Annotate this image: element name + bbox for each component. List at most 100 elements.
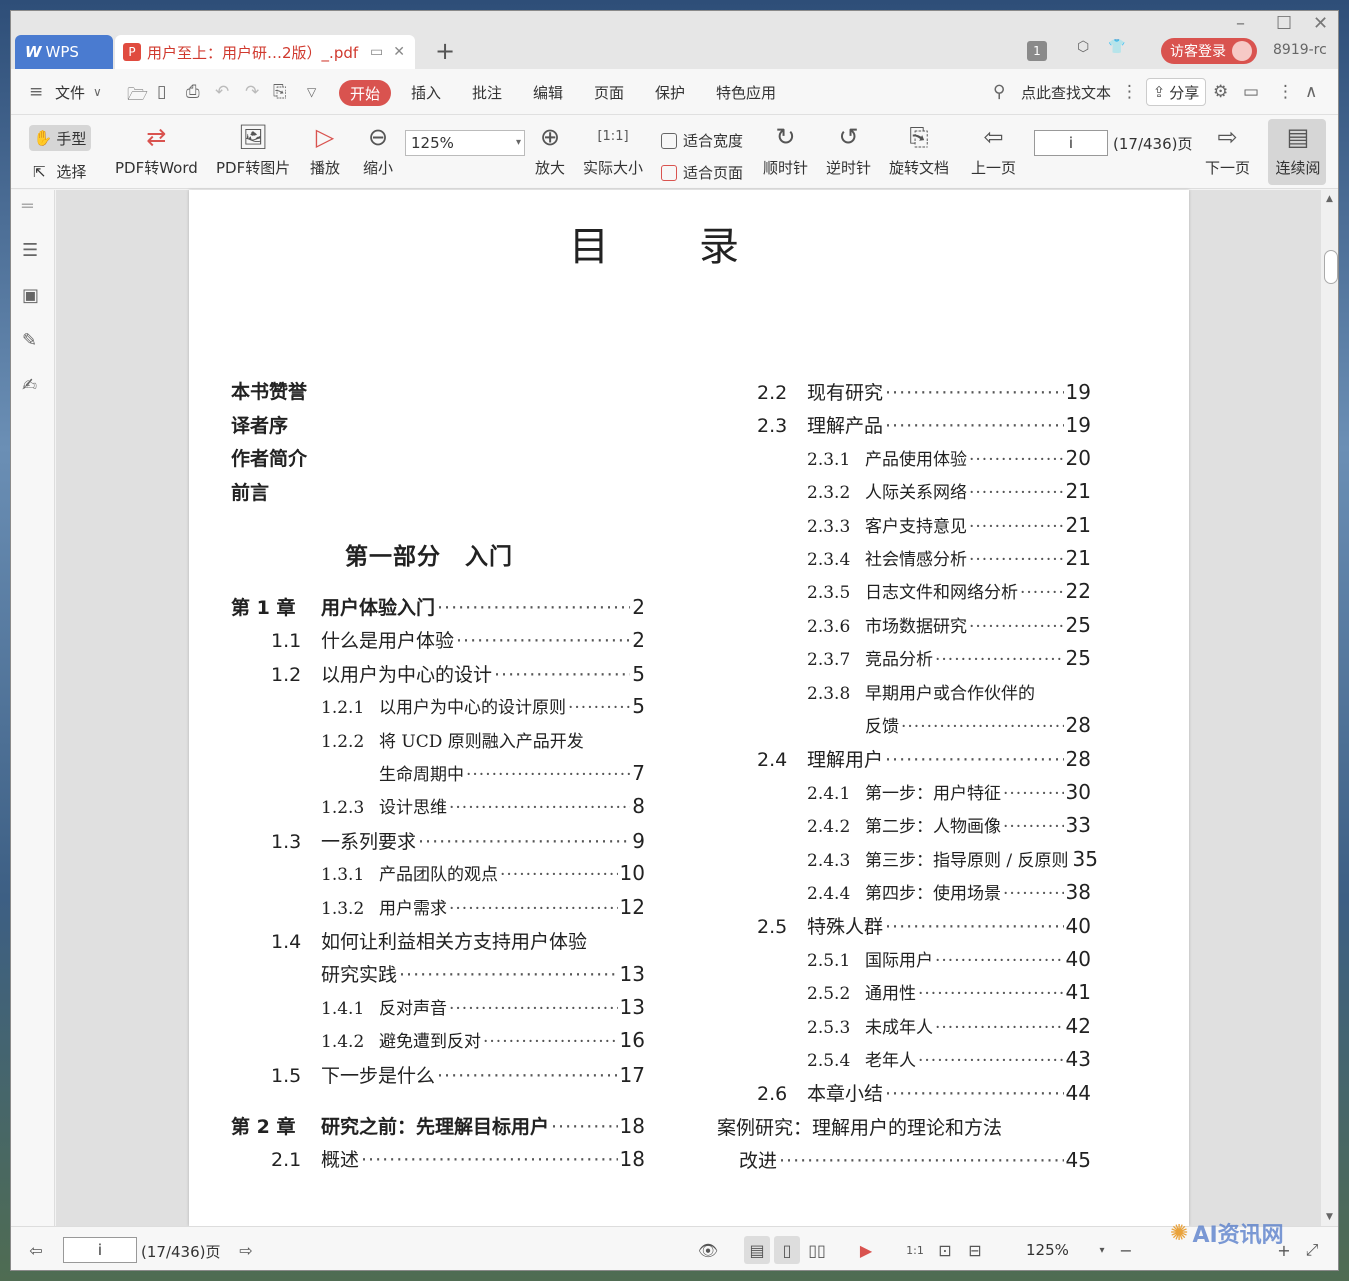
front-matter-praise[interactable]: 本书赞誉 [231,377,307,404]
toc-entry[interactable]: 2.3.8 早期用户或合作伙伴的 [807,679,1091,704]
hand-tool-button[interactable]: ✋ 手型 [29,125,91,151]
toc-entry[interactable]: 研究实践 13 [321,960,645,987]
toc-entry[interactable]: 2.3.2 人际关系网络 21 [807,478,1091,503]
login-button[interactable]: 访客登录 [1161,38,1257,64]
undo-icon[interactable]: ↶ [215,82,229,102]
actual-size-status-icon[interactable]: 1:1 [902,1236,928,1264]
outline-icon[interactable]: ☰ [22,240,38,261]
comment-icon[interactable]: ▭ [1243,82,1259,102]
toc-entry[interactable]: 2.4 理解用户 28 [757,745,1091,772]
toc-entry[interactable]: 第 1 章 用户体验入门 2 [231,593,645,620]
rotate-document-button[interactable]: ⎘ 旋转文档 [889,121,949,178]
share-button[interactable]: ⇪ 分享 [1146,78,1206,106]
toc-entry[interactable]: 1.1 什么是用户体验 2 [271,626,645,653]
window-count-badge[interactable]: 1 [1027,41,1047,61]
search-text-field[interactable]: 点此查找文本 [1021,82,1111,103]
save-icon[interactable]: ▯ [157,82,166,102]
fit-width-button[interactable]: 适合宽度 [661,130,743,151]
zoom-out-status-icon[interactable]: − [1113,1236,1139,1264]
menu-edit[interactable]: 编辑 [533,82,563,103]
fit-width-status-icon[interactable]: ⊟ [962,1236,988,1264]
menu-page[interactable]: 页面 [594,82,624,103]
prev-page-button[interactable]: ⇦ 上一页 [971,121,1016,178]
toc-entry[interactable]: 2.4.2 第二步：人物画像 33 [807,812,1091,837]
toc-entry[interactable]: 2.4.4 第四步：使用场景 38 [807,879,1091,904]
toc-entry[interactable]: 2.5.3 未成年人 42 [807,1013,1091,1038]
menu-special-apps[interactable]: 特色应用 [716,82,776,103]
toc-entry[interactable]: 生命周期中 7 [379,760,645,785]
redo-icon[interactable]: ↷ [245,82,259,102]
play-slideshow-icon[interactable]: ▶ [853,1236,879,1264]
page-number-input[interactable]: i [1034,130,1108,156]
toc-entry[interactable]: 第 2 章 研究之前：先理解目标用户 18 [231,1112,645,1139]
toc-entry[interactable]: 1.4.1 反对声音 13 [321,994,645,1019]
menu-insert[interactable]: 插入 [411,82,441,103]
scroll-down-icon[interactable]: ▼ [1326,1212,1333,1222]
fit-page-status-icon[interactable]: ⊡ [932,1236,958,1264]
signature-icon[interactable]: ✍ [22,375,37,396]
toc-entry[interactable]: 2.3.7 竞品分析 25 [807,645,1091,670]
scrollbar-thumb[interactable] [1324,250,1338,284]
front-matter-translator-preface[interactable]: 译者序 [231,411,288,438]
menu-protect[interactable]: 保护 [655,82,685,103]
pdf-to-image-button[interactable]: 🖼 PDF转图片 [216,121,290,178]
toc-entry[interactable]: 改进 45 [739,1146,1091,1173]
toc-entry[interactable]: 1.4.2 避免遭到反对 16 [321,1027,645,1052]
collapse-ribbon-icon[interactable]: ∧ [1305,82,1317,102]
toc-entry[interactable]: 2.4.1 第一步：用户特征 30 [807,779,1091,804]
toc-entry[interactable]: 2.4.3 第三步：指导原则 / 反原则 35 [807,846,1098,871]
rotate-clockwise-button[interactable]: ↻ 顺时针 [763,121,808,178]
toc-entry[interactable]: 2.3.5 日志文件和网络分析 22 [807,578,1091,603]
annotation-pen-icon[interactable]: ✎ [22,330,37,351]
drag-handle-icon[interactable]: ═ [22,196,33,217]
fit-page-button[interactable]: 适合页面 [661,162,743,183]
menu-file[interactable]: 文件 [55,82,85,103]
toc-entry[interactable]: 2.3.4 社会情感分析 21 [807,545,1091,570]
toc-entry[interactable]: 2.5 特殊人群 40 [757,912,1091,939]
toc-entry[interactable]: 1.2.2 将 UCD 原则融入产品开发 [321,727,645,752]
status-page-input[interactable]: i [63,1237,137,1263]
status-prev-page-icon[interactable]: ⇦ [23,1236,49,1264]
scroll-up-icon[interactable]: ▲ [1326,194,1333,204]
zoom-dropdown-icon[interactable]: ▾ [516,131,521,155]
zoom-select[interactable]: 125% ▾ [405,130,525,156]
new-tab-icon[interactable]: + [435,37,455,65]
front-matter-author-bio[interactable]: 作者简介 [231,444,307,471]
toc-entry[interactable]: 2.3.6 市场数据研究 25 [807,612,1091,637]
toc-entry[interactable]: 案例研究：理解用户的理论和方法 [717,1113,1091,1140]
toc-entry[interactable]: 1.2.1 以用户为中心的设计原则 5 [321,693,645,718]
toc-entry[interactable]: 2.3 理解产品 19 [757,411,1091,438]
zoom-dropdown-status-icon[interactable]: ▾ [1089,1236,1115,1264]
continuous-reading-button[interactable]: ▤ 连续阅 [1268,119,1326,185]
status-next-page-icon[interactable]: ⇨ [233,1236,259,1264]
toc-entry[interactable]: 1.4 如何让利益相关方支持用户体验 [271,927,645,954]
toc-entry[interactable]: 2.3.3 客户支持意见 21 [807,512,1091,537]
toc-entry[interactable]: 1.3.1 产品团队的观点 10 [321,860,645,885]
chevron-down-icon[interactable]: ∨ [93,85,102,99]
toc-entry[interactable]: 1.5 下一步是什么 17 [271,1061,645,1088]
thumbnail-icon[interactable]: ▣ [22,285,39,306]
monitor-icon[interactable]: ▭ [370,44,383,60]
gear-icon[interactable]: ⚙ [1213,82,1228,102]
toc-entry[interactable]: 2.5.1 国际用户 40 [807,946,1091,971]
eye-protection-icon[interactable]: 👁 [695,1236,721,1264]
search-icon[interactable]: ⚲ [993,82,1005,102]
tab-wps-home[interactable]: W WPS [15,35,113,69]
open-folder-icon[interactable]: 🗁 [127,82,148,111]
next-page-button[interactable]: ⇨ 下一页 [1205,121,1250,178]
close-tab-icon[interactable]: ✕ [393,44,405,60]
zoom-in-button[interactable]: ⊕ 放大 [535,121,565,178]
continuous-view-icon[interactable]: ▤ [744,1236,770,1264]
pdf-to-word-button[interactable]: ⇄ PDF转Word [115,121,198,178]
toc-entry[interactable]: 2.5.4 老年人 43 [807,1046,1091,1071]
toc-entry[interactable]: 反馈 28 [865,712,1091,737]
menu-start[interactable]: 开始 [339,80,391,106]
more-dropdown-icon[interactable]: ▽ [307,85,316,99]
tab-document[interactable]: P 用户至上：用户研…2版）_.pdf ▭ ✕ [115,35,415,69]
rotate-counterclockwise-button[interactable]: ↺ 逆时针 [826,121,871,178]
close-window-icon[interactable]: ✕ [1313,13,1328,34]
skin-icon[interactable]: ⬡ [1077,39,1089,55]
menu-annotate[interactable]: 批注 [472,82,502,103]
toc-entry[interactable]: 1.3 一系列要求 9 [271,827,645,854]
more-vertical-icon[interactable]: ⋮ [1121,82,1138,102]
